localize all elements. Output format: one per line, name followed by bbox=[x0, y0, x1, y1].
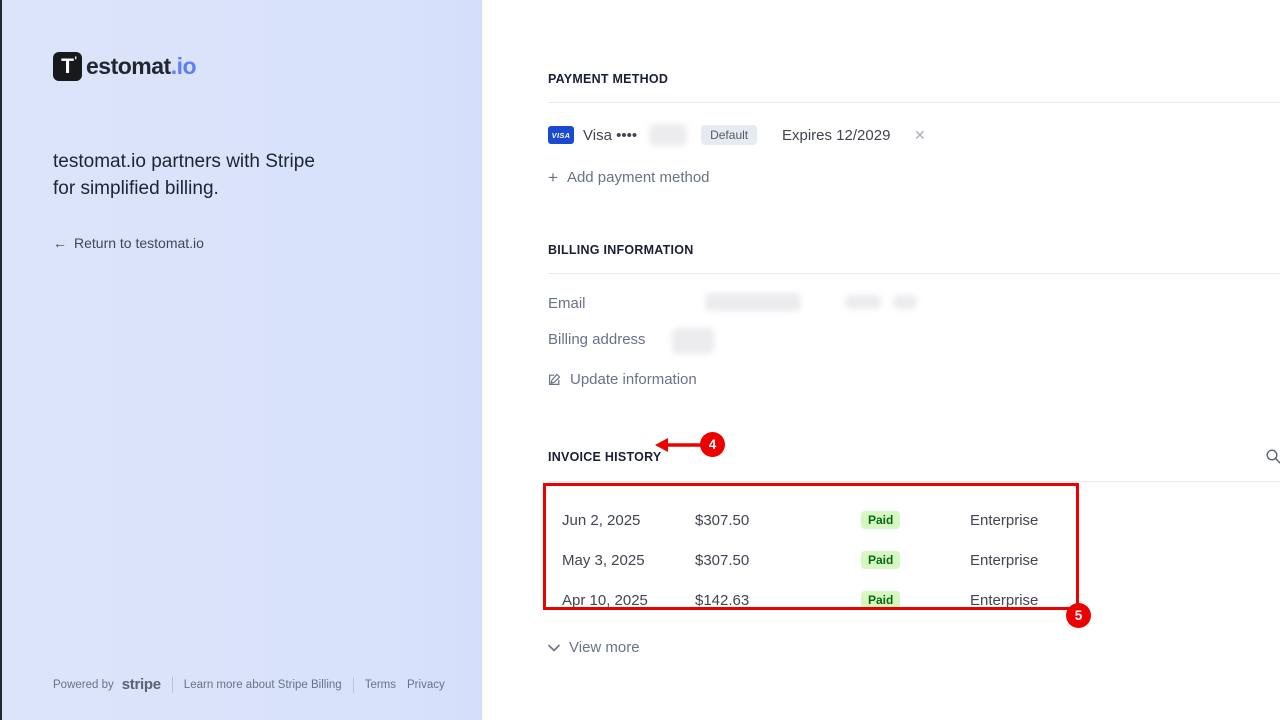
email-value-redacted bbox=[893, 295, 917, 309]
learn-more-link[interactable]: Learn more about Stripe Billing bbox=[184, 679, 342, 691]
email-value-redacted bbox=[845, 295, 881, 309]
email-value-redacted bbox=[705, 293, 801, 311]
invoice-search-button[interactable] bbox=[1265, 448, 1280, 465]
invoice-date: May 3, 2025 bbox=[562, 552, 695, 569]
email-label: Email bbox=[548, 295, 705, 311]
section-divider bbox=[548, 273, 1280, 274]
invoice-row[interactable]: May 3, 2025 $307.50 Paid Enterprise bbox=[548, 540, 1084, 580]
stripe-logo[interactable]: stripe bbox=[122, 676, 161, 693]
privacy-link[interactable]: Privacy bbox=[407, 679, 445, 691]
powered-by-label: Powered by bbox=[53, 679, 114, 691]
add-payment-method-button[interactable]: + Add payment method bbox=[548, 169, 710, 186]
testomat-logo-icon: T ' bbox=[53, 52, 82, 81]
invoice-status-badge: Paid bbox=[861, 551, 900, 569]
logo-letter: T bbox=[61, 55, 74, 79]
card-expiry: Expires 12/2029 bbox=[782, 127, 890, 144]
plus-icon: + bbox=[548, 169, 558, 186]
update-information-button[interactable]: Update information bbox=[548, 371, 697, 388]
edit-pencil-icon bbox=[548, 373, 561, 386]
terms-link[interactable]: Terms bbox=[365, 679, 396, 691]
footer-divider bbox=[353, 677, 354, 693]
invoice-amount: $307.50 bbox=[695, 512, 861, 529]
invoice-amount: $307.50 bbox=[695, 552, 861, 569]
sidebar: T ' estomat .io testomat.io partners wit… bbox=[0, 0, 482, 720]
search-icon bbox=[1265, 448, 1280, 465]
return-link-label: Return to testomat.io bbox=[74, 235, 204, 251]
logo-tld: .io bbox=[171, 53, 196, 80]
invoice-plan: Enterprise bbox=[970, 512, 1084, 529]
payment-method-row: VISA Visa •••• Default Expires 12/2029 ✕ bbox=[548, 123, 1280, 147]
testomat-logo: T ' estomat .io bbox=[53, 52, 442, 81]
chevron-down-icon bbox=[548, 644, 560, 652]
billing-address-redacted bbox=[672, 328, 714, 354]
invoice-plan: Enterprise bbox=[970, 552, 1084, 569]
invoice-row[interactable]: Jun 2, 2025 $307.50 Paid Enterprise bbox=[548, 500, 1084, 540]
return-to-testomat-link[interactable]: ← Return to testomat.io bbox=[53, 235, 204, 251]
payment-method-section-title: PAYMENT METHOD bbox=[548, 72, 1280, 86]
section-divider bbox=[548, 481, 1280, 482]
arrow-left-icon: ← bbox=[53, 235, 67, 251]
section-divider bbox=[548, 102, 1280, 103]
email-row: Email bbox=[548, 295, 1280, 311]
invoice-history-section-title: INVOICE HISTORY bbox=[548, 450, 662, 464]
window-edge bbox=[0, 0, 2, 720]
page-title: testomat.io partners with Stripe for sim… bbox=[53, 148, 323, 202]
sidebar-footer: Powered by stripe Learn more about Strip… bbox=[53, 676, 445, 693]
view-more-label: View more bbox=[569, 639, 640, 656]
logo-wordmark: estomat bbox=[86, 53, 171, 80]
invoice-date: Jun 2, 2025 bbox=[562, 512, 695, 529]
update-information-label: Update information bbox=[570, 371, 697, 388]
view-more-button[interactable]: View more bbox=[548, 639, 640, 656]
invoice-history-header: INVOICE HISTORY bbox=[548, 448, 1280, 465]
logo-tick: ' bbox=[74, 55, 77, 67]
visa-card-icon: VISA bbox=[548, 126, 574, 144]
add-payment-label: Add payment method bbox=[567, 169, 710, 186]
invoice-row[interactable]: Apr 10, 2025 $142.63 Paid Enterprise bbox=[548, 580, 1084, 620]
invoice-date: Apr 10, 2025 bbox=[562, 592, 695, 609]
invoice-plan: Enterprise bbox=[970, 592, 1084, 609]
invoice-status-badge: Paid bbox=[861, 511, 900, 529]
billing-address-row: Billing address bbox=[548, 331, 1280, 347]
invoice-table: Jun 2, 2025 $307.50 Paid Enterprise May … bbox=[548, 497, 1084, 624]
card-digits-redacted bbox=[649, 124, 687, 146]
invoice-status-badge: Paid bbox=[861, 591, 900, 609]
card-label: Visa •••• bbox=[583, 127, 637, 144]
billing-information-section-title: BILLING INFORMATION bbox=[548, 243, 1280, 257]
footer-divider bbox=[172, 677, 173, 693]
invoice-amount: $142.63 bbox=[695, 592, 861, 609]
remove-card-icon[interactable]: ✕ bbox=[914, 128, 926, 142]
default-badge: Default bbox=[701, 125, 757, 145]
billing-main-panel: PAYMENT METHOD VISA Visa •••• Default Ex… bbox=[482, 0, 1280, 720]
